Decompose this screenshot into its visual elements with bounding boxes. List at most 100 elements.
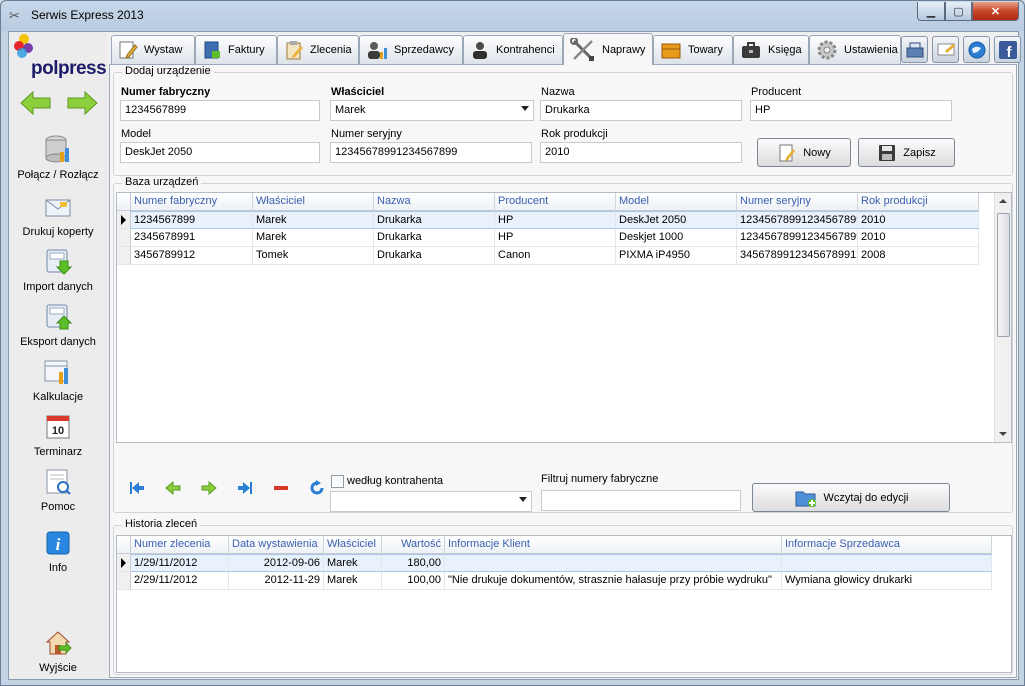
tab-naprawy[interactable]: Naprawy bbox=[563, 33, 653, 65]
previous-record-icon[interactable] bbox=[164, 479, 182, 497]
table-row[interactable]: 2/29/11/2012 2012-11-29 Marek 100,00 "Ni… bbox=[117, 572, 992, 590]
column-header[interactable]: Data wystawienia bbox=[229, 536, 324, 554]
group-title: Dodaj urządzenie bbox=[122, 65, 214, 77]
contractor-select[interactable] bbox=[330, 491, 532, 512]
row-header bbox=[117, 572, 131, 590]
column-header[interactable]: Właściciel bbox=[324, 536, 382, 554]
table-row[interactable]: 1/29/11/2012 2012-09-06 Marek 180,00 bbox=[117, 554, 992, 572]
sidebar-item-import[interactable]: Import danych bbox=[9, 247, 107, 293]
table-cell: 12345678991234567899 bbox=[737, 211, 858, 229]
tools-icon bbox=[570, 37, 594, 61]
table-cell bbox=[782, 554, 992, 572]
devices-grid-header: Numer fabryczny Właściciel Nazwa Produce… bbox=[117, 193, 979, 211]
tab-label: Kontrahenci bbox=[496, 44, 555, 56]
cash-register-icon bbox=[906, 42, 923, 57]
scroll-down-icon[interactable] bbox=[999, 432, 1007, 436]
table-cell: Marek bbox=[253, 229, 374, 247]
tab-ustawienia[interactable]: Ustawienia bbox=[809, 35, 901, 64]
maximize-button[interactable]: ▢ bbox=[945, 2, 972, 21]
minimize-button[interactable]: ▁ bbox=[917, 2, 945, 21]
serial-no-input[interactable]: 12345678991234567899 bbox=[330, 142, 532, 163]
table-row[interactable]: 1234567899 Marek Drukarka HP DeskJet 205… bbox=[117, 211, 979, 229]
table-row[interactable]: 3456789912 Tomek Drukarka Canon PIXMA iP… bbox=[117, 247, 979, 265]
forward-arrow-icon[interactable] bbox=[65, 90, 99, 116]
refresh-icon[interactable] bbox=[308, 479, 326, 497]
serial-number-input[interactable]: 1234567899 bbox=[120, 100, 320, 121]
sidebar-item-calendar[interactable]: 10 Terminarz bbox=[9, 412, 107, 458]
tab-label: Sprzedawcy bbox=[394, 44, 454, 56]
tab-zlecenia[interactable]: Zlecenia bbox=[277, 35, 359, 64]
devices-scrollbar[interactable] bbox=[994, 193, 1011, 442]
next-record-icon[interactable] bbox=[200, 479, 218, 497]
save-button[interactable]: Zapisz bbox=[858, 138, 955, 167]
owner-select-value: Marek bbox=[335, 104, 366, 116]
title-bar: ✂ Serwis Express 2013 ▁ ▢ ✕ bbox=[1, 1, 1024, 31]
by-contractor-checkbox[interactable] bbox=[331, 475, 344, 488]
new-button[interactable]: Nowy bbox=[757, 138, 851, 167]
column-header[interactable]: Producent bbox=[495, 193, 616, 211]
name-label: Nazwa bbox=[541, 86, 575, 98]
sidebar-item-info[interactable]: i Info bbox=[9, 528, 107, 574]
table-cell: 2012-11-29 bbox=[229, 572, 324, 590]
filter-serial-input[interactable] bbox=[541, 490, 741, 511]
save-button-label: Zapisz bbox=[903, 146, 936, 159]
tab-wystaw[interactable]: Wystaw bbox=[111, 35, 195, 64]
table-cell: 1234567899 bbox=[131, 211, 253, 229]
sidebar-item-exit[interactable]: Wyjście bbox=[9, 628, 107, 674]
column-header[interactable]: Numer seryjny bbox=[737, 193, 858, 211]
table-row[interactable]: 2345678991 Marek Drukarka HP Deskjet 100… bbox=[117, 229, 979, 247]
sidebar-item-connect[interactable]: Połącz / Rozłącz bbox=[9, 135, 107, 181]
owner-select[interactable]: Marek bbox=[330, 100, 534, 121]
help-icon bbox=[46, 469, 71, 495]
column-header[interactable]: Informacje Klient bbox=[445, 536, 782, 554]
table-cell: 2010 bbox=[858, 211, 979, 229]
facebook-tool-button[interactable]: f bbox=[994, 36, 1021, 63]
history-grid-header: Numer zlecenia Data wystawienia Właścici… bbox=[117, 536, 992, 554]
scroll-thumb[interactable] bbox=[997, 213, 1010, 337]
register-tool-button[interactable] bbox=[901, 36, 928, 63]
table-cell: 2008 bbox=[858, 247, 979, 265]
delete-record-icon[interactable] bbox=[272, 479, 290, 497]
column-header[interactable]: Rok produkcji bbox=[858, 193, 979, 211]
column-header[interactable]: Informacje Sprzedawca bbox=[782, 536, 992, 554]
model-input[interactable]: DeskJet 2050 bbox=[120, 142, 320, 163]
row-header bbox=[117, 211, 131, 229]
tab-label: Naprawy bbox=[602, 43, 646, 56]
serial-no-label: Numer seryjny bbox=[331, 128, 402, 140]
close-button[interactable]: ✕ bbox=[972, 2, 1019, 21]
table-cell: Drukarka bbox=[374, 229, 495, 247]
sidebar-item-help[interactable]: Pomoc bbox=[9, 467, 107, 513]
column-header[interactable]: Numer zlecenia bbox=[131, 536, 229, 554]
message-tool-button[interactable] bbox=[932, 36, 959, 63]
column-header[interactable]: Model bbox=[616, 193, 737, 211]
scroll-up-icon[interactable] bbox=[999, 199, 1007, 203]
tab-ksiega[interactable]: Księga bbox=[733, 35, 809, 64]
load-for-edit-button[interactable]: Wczytaj do edycji bbox=[752, 483, 950, 512]
back-arrow-icon[interactable] bbox=[19, 90, 53, 116]
tab-sprzedawcy[interactable]: Sprzedawcy bbox=[359, 35, 463, 64]
tab-towary[interactable]: Towary bbox=[653, 35, 733, 64]
last-record-icon[interactable] bbox=[236, 479, 254, 497]
tab-kontrahenci[interactable]: Kontrahenci bbox=[463, 35, 563, 64]
tab-page-naprawy: Dodaj urządzenie Numer fabryczny 1234567… bbox=[109, 64, 1017, 678]
year-input[interactable]: 2010 bbox=[540, 142, 742, 163]
logo-mark-icon bbox=[14, 34, 33, 58]
sidebar-item-print-envelopes[interactable]: Drukuj koperty bbox=[9, 192, 107, 238]
column-header[interactable]: Wartość bbox=[382, 536, 445, 554]
web-tool-button[interactable] bbox=[963, 36, 990, 63]
first-record-icon[interactable] bbox=[128, 479, 146, 497]
import-icon bbox=[46, 249, 72, 275]
table-cell: 2010 bbox=[858, 229, 979, 247]
sidebar-item-calculations[interactable]: Kalkulacje bbox=[9, 357, 107, 403]
column-header[interactable]: Właściciel bbox=[253, 193, 374, 211]
producer-input[interactable]: HP bbox=[750, 100, 952, 121]
name-input[interactable]: Drukarka bbox=[540, 100, 742, 121]
column-header[interactable]: Nazwa bbox=[374, 193, 495, 211]
column-header[interactable]: Numer fabryczny bbox=[131, 193, 253, 211]
current-row-arrow-icon bbox=[121, 215, 126, 225]
database-icon bbox=[45, 135, 69, 163]
box-icon bbox=[661, 43, 681, 59]
contractor-icon bbox=[473, 42, 487, 59]
tab-faktury[interactable]: Faktury bbox=[195, 35, 277, 64]
sidebar-item-export[interactable]: Eksport danych bbox=[9, 302, 107, 348]
